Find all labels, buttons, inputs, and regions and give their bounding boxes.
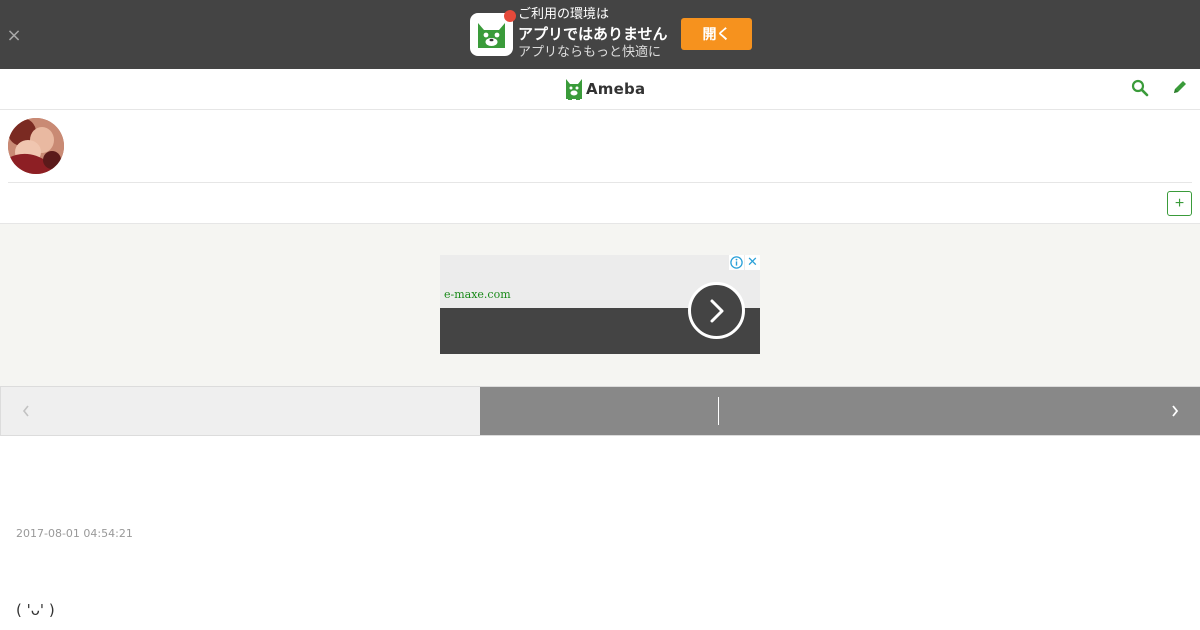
ameba-logo[interactable]: Ameba: [565, 77, 645, 101]
app-banner: × ご利用の環境は アプリではありません アプリならもっと快適に 開く: [0, 0, 1200, 69]
ad-info-icon[interactable]: [729, 255, 744, 270]
entry-body: ( 'ᴗ' ): [16, 601, 55, 619]
blog-profile: [8, 118, 1192, 183]
banner-line-2: アプリではありません: [518, 25, 668, 43]
entry-date: 2017-08-01 04:54:21: [16, 527, 133, 540]
search-icon[interactable]: [1131, 79, 1149, 97]
banner-message: ご利用の環境は アプリではありません アプリならもっと快適に: [518, 6, 668, 61]
ad-close-icon[interactable]: ✕: [745, 255, 760, 270]
banner-line-3: アプリならもっと快適に: [518, 45, 662, 60]
ameba-logo-icon: [566, 79, 582, 100]
site-header: Ameba: [0, 69, 1200, 110]
chevron-left-icon: [22, 405, 29, 417]
entry-pager: [0, 386, 1200, 436]
previous-entry-button[interactable]: [0, 387, 480, 435]
follow-add-button[interactable]: +: [1167, 191, 1192, 216]
ameba-mascot-icon: [478, 23, 505, 48]
ad-arrow-button[interactable]: [688, 282, 745, 339]
chevron-right-icon: [1172, 405, 1179, 417]
blog-tabbar: +: [0, 183, 1200, 224]
ad-area: e-maxe.com ✕: [0, 224, 1200, 386]
logo-text: Ameba: [586, 80, 646, 98]
notification-badge: [504, 10, 516, 22]
next-entry-button[interactable]: [480, 387, 1200, 435]
open-app-button[interactable]: 開く: [681, 18, 752, 50]
ad-unit[interactable]: e-maxe.com ✕: [440, 255, 760, 354]
pencil-icon[interactable]: [1172, 79, 1188, 95]
banner-line-1: ご利用の環境は: [518, 7, 610, 22]
chevron-right-icon: [710, 299, 723, 322]
pager-divider: [718, 397, 719, 425]
avatar[interactable]: [8, 118, 64, 174]
ad-domain[interactable]: e-maxe.com: [444, 288, 511, 301]
banner-close-button[interactable]: ×: [6, 26, 22, 46]
